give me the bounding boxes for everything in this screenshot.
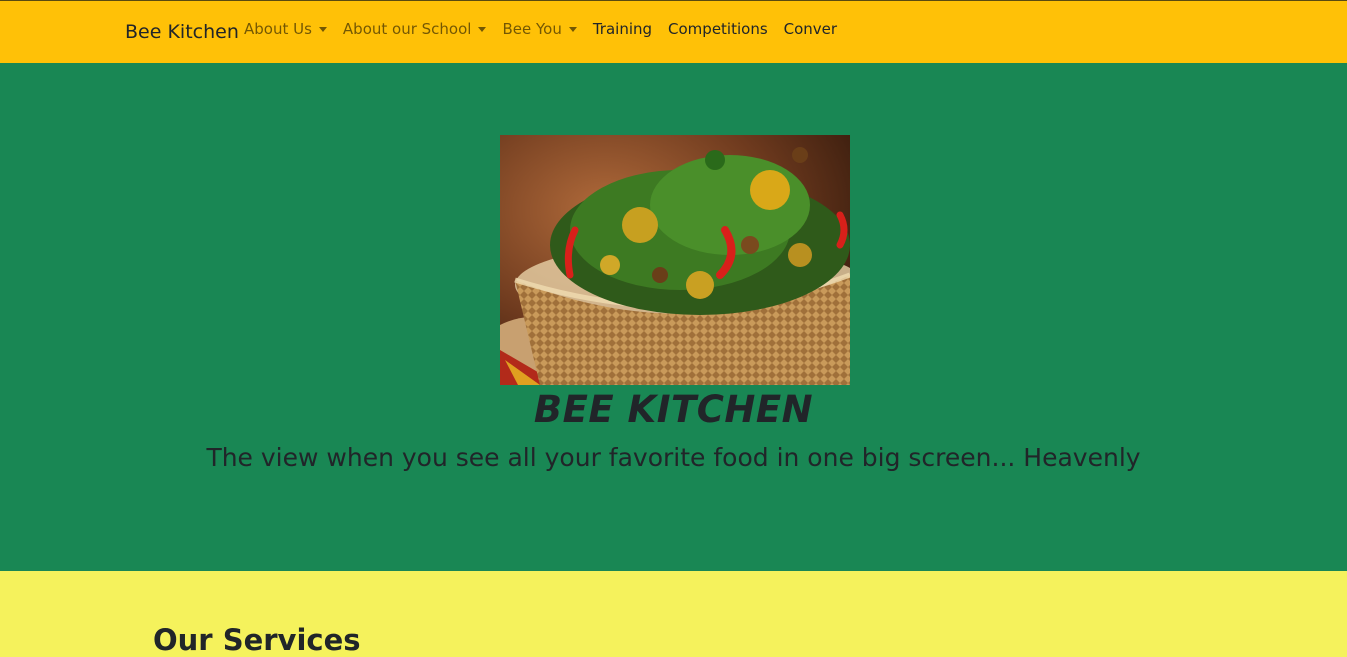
services-heading: Our Services bbox=[153, 623, 361, 657]
nav-bee-you-dropdown[interactable]: Bee You bbox=[502, 20, 577, 38]
nav-about-us-label: About Us bbox=[244, 20, 312, 38]
nav-about-us-dropdown[interactable]: About Us bbox=[244, 20, 327, 38]
nav-conver-link[interactable]: Conver bbox=[784, 20, 837, 38]
services-section: Our Services bbox=[0, 571, 1347, 657]
hero-section: BEE KITCHEN The view when you see all yo… bbox=[0, 63, 1347, 571]
nav-about-school-label: About our School bbox=[342, 20, 472, 38]
nav-competitions-link[interactable]: Competitions bbox=[668, 20, 768, 38]
caret-down-icon bbox=[318, 26, 327, 32]
hero-title: BEE KITCHEN bbox=[533, 388, 814, 431]
top-navbar: Bee Kitchen About Us About our School Be… bbox=[0, 0, 1347, 63]
caret-down-icon bbox=[478, 26, 487, 32]
caret-down-icon bbox=[568, 26, 577, 32]
nav-links: About Us About our School Bee You Traini… bbox=[244, 20, 853, 38]
hero-food-image bbox=[500, 135, 850, 385]
nav-training-link[interactable]: Training bbox=[593, 20, 652, 38]
nav-bee-you-label: Bee You bbox=[502, 20, 562, 38]
hero-subtitle: The view when you see all your favorite … bbox=[206, 443, 1141, 472]
brand-link[interactable]: Bee Kitchen bbox=[125, 21, 239, 43]
nav-about-school-dropdown[interactable]: About our School bbox=[343, 20, 487, 38]
